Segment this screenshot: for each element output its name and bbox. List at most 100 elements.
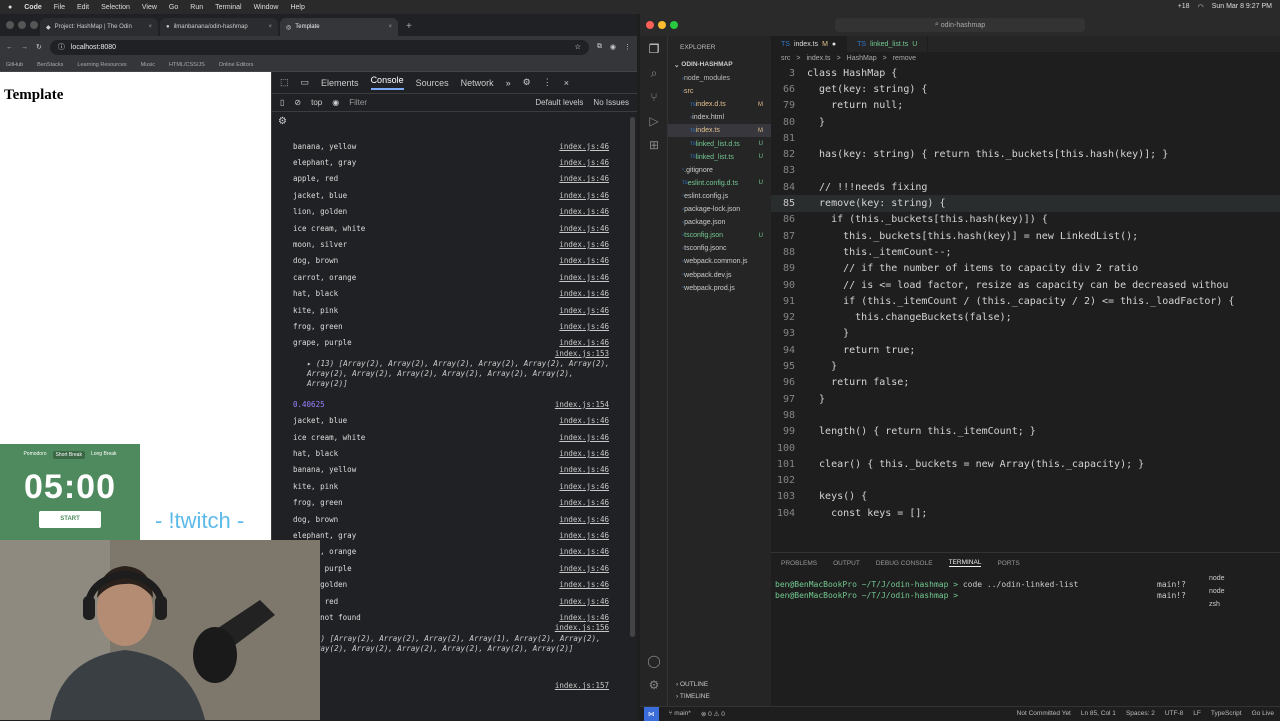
- minimize-window-button[interactable]: [18, 21, 26, 29]
- log-source-link[interactable]: index.js:46: [559, 613, 609, 622]
- mode-short-break[interactable]: Short Break: [52, 451, 85, 459]
- console-log-row[interactable]: kite, pink index.js:46: [293, 478, 609, 494]
- bookmark-html-css-js[interactable]: HTML/CSS/JS: [169, 62, 205, 68]
- panel-tab-ports[interactable]: PORTS: [997, 560, 1019, 567]
- devtools-menu-icon[interactable]: ⋮: [543, 77, 552, 88]
- close-window-button[interactable]: [646, 21, 654, 29]
- command-center-search[interactable]: ⌕ odin-hashmap: [835, 18, 1085, 32]
- bookmark-online-editors[interactable]: Online Editors: [219, 62, 254, 68]
- file-tree-item[interactable]: ▫ webpack.dev.js: [668, 269, 771, 282]
- run-debug-icon[interactable]: ▷: [647, 114, 661, 128]
- bookmark-github[interactable]: GitHub: [6, 62, 23, 68]
- code-line[interactable]: 96 return false;: [771, 375, 1280, 391]
- file-tree-item[interactable]: ▫ tsconfig.jsonc: [668, 242, 771, 255]
- code-line[interactable]: 91 if (this._itemCount / (this._capacity…: [771, 293, 1280, 309]
- log-source-link[interactable]: index.js:46: [559, 564, 609, 573]
- status-item[interactable]: UTF-8: [1165, 710, 1183, 717]
- menu-view[interactable]: View: [142, 4, 157, 11]
- bookmark-benstacks[interactable]: BenStacks: [37, 62, 63, 68]
- menu-edit[interactable]: Edit: [77, 4, 89, 11]
- log-source-link[interactable]: index.js:46: [559, 416, 609, 425]
- eye-icon[interactable]: ◉: [332, 98, 339, 107]
- status-item[interactable]: Go Live: [1252, 710, 1274, 717]
- console-log-row[interactable]: moon, silver index.js:46: [293, 236, 609, 252]
- status-item[interactable]: Ln 85, Col 1: [1081, 710, 1116, 717]
- settings-icon[interactable]: ⚙: [523, 77, 531, 88]
- console-log-row[interactable]: index.js:156: [293, 622, 609, 634]
- file-tree-item[interactable]: › src: [668, 85, 771, 98]
- console-log-row[interactable]: dog, brown index.js:46: [293, 253, 609, 269]
- status-item[interactable]: LF: [1193, 710, 1201, 717]
- console-log-row[interactable]: frog, green index.js:46: [293, 318, 609, 334]
- console-log-row[interactable]: carrot, orange index.js:46: [293, 269, 609, 285]
- close-devtools-icon[interactable]: ×: [564, 78, 569, 88]
- start-button[interactable]: START: [39, 511, 101, 528]
- sidebar-toggle-icon[interactable]: ▯: [280, 98, 284, 107]
- reload-icon[interactable]: ↻: [36, 43, 42, 51]
- console-log-row[interactable]: ice cream, white index.js:46: [293, 220, 609, 236]
- code-line[interactable]: 83: [771, 163, 1280, 179]
- code-line[interactable]: 99 length() { return this._itemCount; }: [771, 424, 1280, 440]
- log-source-link[interactable]: index.js:46: [559, 306, 609, 315]
- extensions-icon[interactable]: ⊞: [647, 138, 661, 152]
- filter-input[interactable]: Filter: [349, 98, 525, 107]
- menu-go[interactable]: Go: [169, 4, 178, 11]
- clear-console-icon[interactable]: ⊘: [294, 98, 301, 107]
- file-tree-item[interactable]: ▫ tsconfig.json U: [668, 229, 771, 242]
- menu-window[interactable]: Window: [254, 4, 279, 11]
- panel-tab-problems[interactable]: PROBLEMS: [781, 560, 817, 567]
- bookmark-music[interactable]: Music: [141, 62, 155, 68]
- log-source-link[interactable]: index.js:46: [559, 273, 609, 282]
- file-tree-item[interactable]: ᴛs linked_list.d.ts U: [668, 138, 771, 151]
- tab-console[interactable]: Console: [370, 75, 404, 90]
- status-item[interactable]: TypeScript: [1211, 710, 1242, 717]
- log-source-link[interactable]: index.js:153: [555, 349, 609, 358]
- browser-tab-github[interactable]: ● ilmanbanana/odin-hashmap ×: [160, 18, 278, 36]
- console-log-row[interactable]: jacket, blue index.js:46: [293, 187, 609, 203]
- file-tree-item[interactable]: ▫ webpack.prod.js: [668, 282, 771, 295]
- breadcrumb-item[interactable]: index.ts: [806, 55, 830, 62]
- console-log-row[interactable]: lion, golden index.js:46: [293, 577, 609, 593]
- menubar-clock[interactable]: Sun Mar 8 9:27 PM: [1212, 3, 1272, 11]
- console-array-output[interactable]: ▸ (13) [Array(2), Array(2), Array(2), Ar…: [307, 359, 612, 389]
- new-tab-button[interactable]: +: [400, 21, 418, 36]
- mode-pomodoro[interactable]: Pomodoro: [23, 451, 46, 459]
- log-source-link[interactable]: index.js:46: [559, 531, 609, 540]
- close-tab-icon[interactable]: ×: [388, 24, 392, 30]
- menu-terminal[interactable]: Terminal: [215, 4, 241, 11]
- code-line[interactable]: 89 // if the number of items to capacity…: [771, 261, 1280, 277]
- console-log-row[interactable]: jacket, blue index.js:46: [293, 413, 609, 429]
- code-line[interactable]: 98: [771, 407, 1280, 423]
- search-icon[interactable]: ⌕: [647, 66, 661, 80]
- code-line[interactable]: 86 if (this._buckets[this.hash(key)]) {: [771, 212, 1280, 228]
- code-line[interactable]: 87 this._buckets[this.hash(key)] = new L…: [771, 228, 1280, 244]
- tab-elements[interactable]: Elements: [321, 78, 359, 88]
- file-tree-item[interactable]: ▫ package.json: [668, 216, 771, 229]
- console-log-row[interactable]: frog, green index.js:46: [293, 495, 609, 511]
- browser-tab-odin-project[interactable]: ◆ Project: HashMap | The Odin ×: [40, 18, 158, 36]
- file-tree-item[interactable]: ᴛs eslint.config.d.ts U: [668, 177, 771, 190]
- log-source-link[interactable]: index.js:46: [559, 224, 609, 233]
- console-log-row[interactable]: 0.40625 index.js:154: [293, 396, 609, 412]
- code-line[interactable]: 3 class HashMap {: [771, 65, 1280, 81]
- log-source-link[interactable]: index.js:157: [555, 681, 609, 690]
- log-source-link[interactable]: index.js:46: [559, 174, 609, 183]
- console-log-row[interactable]: elephant, gray index.js:46: [293, 527, 609, 543]
- log-levels-select[interactable]: Default levels: [535, 98, 583, 107]
- panel-tab-debug-console[interactable]: DEBUG CONSOLE: [876, 560, 933, 567]
- log-source-link[interactable]: index.js:46: [559, 498, 609, 507]
- tab-sources[interactable]: Sources: [416, 78, 449, 88]
- close-window-button[interactable]: [6, 21, 14, 29]
- maximize-window-button[interactable]: [30, 21, 38, 29]
- code-line[interactable]: 88 this._itemCount--;: [771, 244, 1280, 260]
- back-icon[interactable]: ←: [6, 44, 13, 51]
- forward-icon[interactable]: →: [21, 44, 28, 51]
- log-source-link[interactable]: index.js:154: [555, 400, 609, 409]
- explorer-icon[interactable]: ❐: [647, 42, 661, 56]
- log-source-link[interactable]: index.js:46: [559, 338, 609, 347]
- file-tree-item[interactable]: ᴛs linked_list.ts U: [668, 151, 771, 164]
- log-source-link[interactable]: index.js:46: [559, 158, 609, 167]
- bookmark-star-icon[interactable]: ☆: [575, 43, 581, 51]
- close-tab-icon[interactable]: ×: [148, 24, 152, 30]
- browser-tab-template[interactable]: ◎ Template ×: [280, 18, 398, 36]
